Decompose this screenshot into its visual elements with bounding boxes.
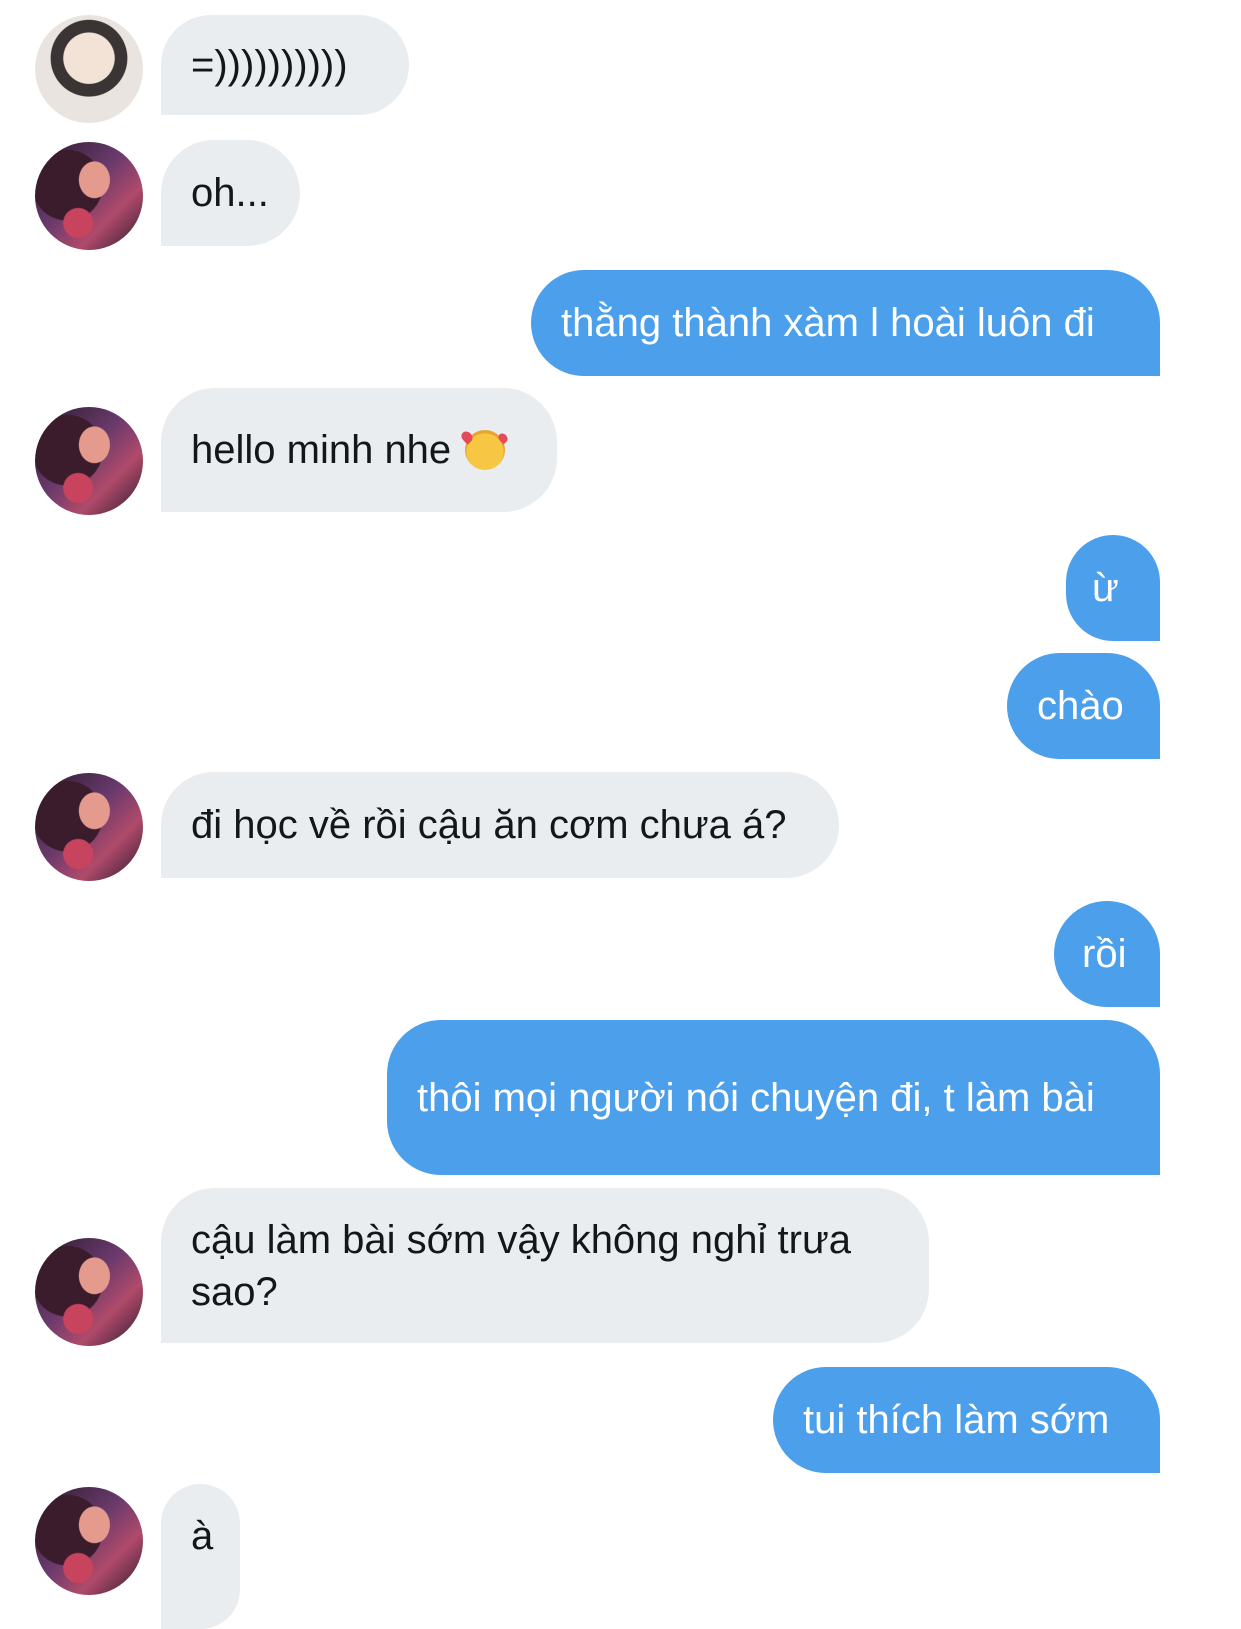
message-text: thôi mọi người nói chuyện đi, t làm bài [417,1075,1095,1120]
sender-avatar[interactable] [35,15,143,123]
sender-avatar[interactable] [35,142,143,250]
message-text: đi học về rồi cậu ăn cơm chưa á? [191,803,787,847]
message-text: tui thích làm sớm [803,1398,1110,1442]
smiling-face-with-hearts-icon [465,430,506,470]
incoming-message-bubble[interactable]: =)))))))))) [161,15,409,115]
incoming-message-bubble[interactable]: cậu làm bài sớm vậy không nghỉ trưa sao? [161,1188,929,1343]
incoming-message-bubble[interactable]: oh... [161,140,300,246]
message-text: rồi [1082,932,1127,976]
message-text: cậu làm bài sớm vậy không nghỉ trưa sao? [191,1217,863,1314]
sender-avatar[interactable] [35,407,143,515]
outgoing-message-bubble[interactable]: thôi mọi người nói chuyện đi, t làm bài [387,1020,1160,1175]
sender-avatar[interactable] [35,1238,143,1346]
message-text: hello minh nhe [191,428,452,472]
incoming-message-bubble[interactable]: hello minh nhe [161,388,557,512]
message-text: chào [1037,684,1124,728]
outgoing-message-bubble[interactable]: tui thích làm sớm [773,1367,1160,1473]
incoming-message-bubble[interactable]: à [161,1484,240,1629]
message-text: à [191,1514,214,1558]
sender-avatar[interactable] [35,1487,143,1595]
outgoing-message-bubble[interactable]: chào [1007,653,1160,759]
outgoing-message-bubble[interactable]: ừ [1066,535,1160,641]
message-text: =)))))))))) [191,43,348,87]
message-text: oh... [191,171,269,215]
incoming-message-bubble[interactable]: đi học về rồi cậu ăn cơm chưa á? [161,772,839,878]
message-text: ừ [1092,566,1119,610]
sender-avatar[interactable] [35,773,143,881]
outgoing-message-bubble[interactable]: thằng thành xàm l hoài luôn đi [531,270,1160,376]
message-text: thằng thành xàm l hoài luôn đi [561,301,1095,345]
outgoing-message-bubble[interactable]: rồi [1054,901,1160,1007]
